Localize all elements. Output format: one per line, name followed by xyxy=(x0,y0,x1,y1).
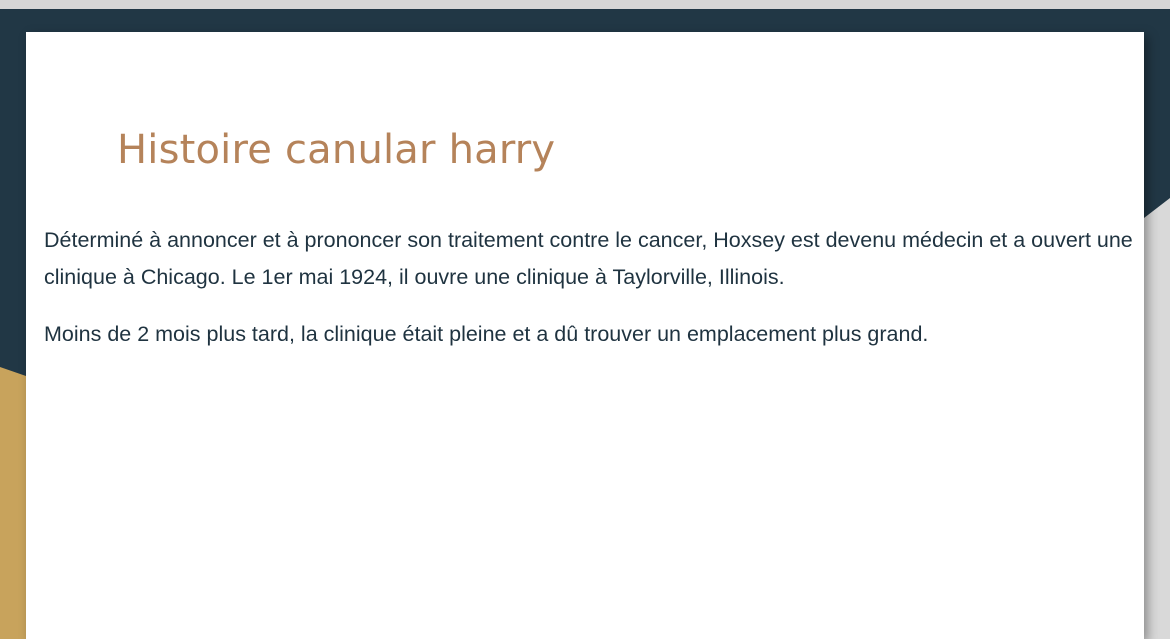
gold-accent-shape xyxy=(0,367,26,639)
presentation-canvas: Histoire canular harry Déterminé à annon… xyxy=(0,0,1170,639)
slide-title[interactable]: Histoire canular harry xyxy=(117,127,555,173)
body-paragraph: Déterminé à annoncer et à prononcer son … xyxy=(44,228,1133,289)
body-paragraph: Moins de 2 mois plus tard, la clinique é… xyxy=(44,322,929,346)
slide[interactable]: Histoire canular harry Déterminé à annon… xyxy=(26,32,1144,639)
slide-body[interactable]: Déterminé à annoncer et à prononcer son … xyxy=(44,222,1134,373)
